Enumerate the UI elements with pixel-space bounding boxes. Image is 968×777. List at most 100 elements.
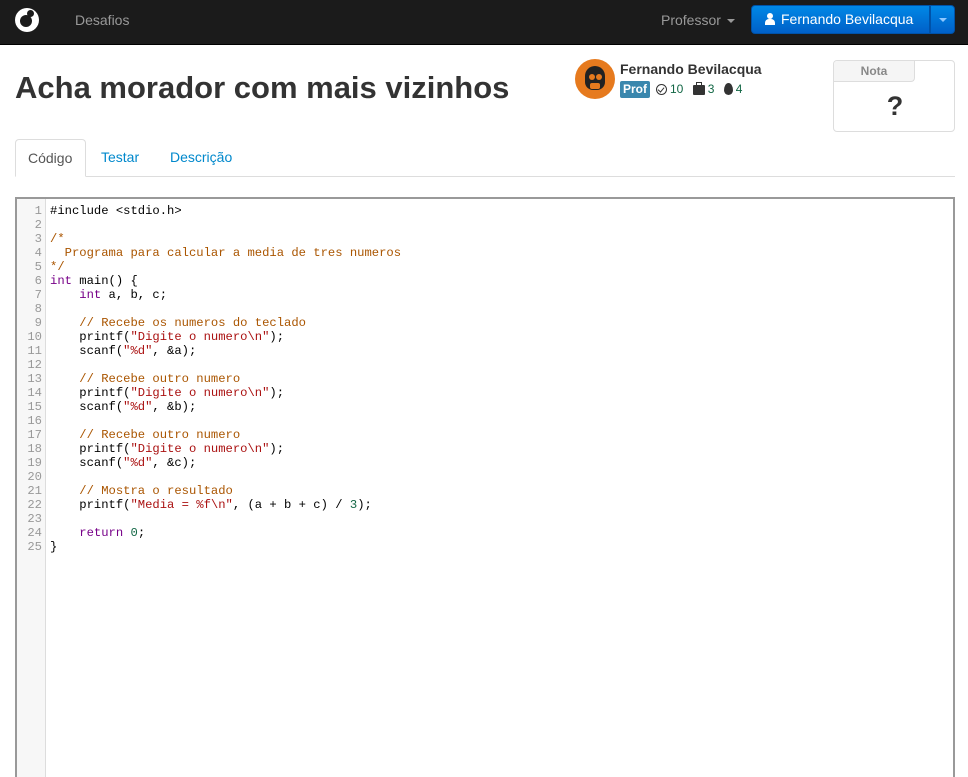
code-line-text[interactable]: scanf("%d", &b);: [50, 400, 196, 414]
code-line-text[interactable]: // Recebe os numeros do teclado: [50, 316, 306, 330]
line-number: 20: [27, 470, 42, 484]
code-line[interactable]: 23: [17, 512, 953, 526]
code-editor[interactable]: 1 #include <stdio.h> 2 3/* 4 Programa para c…: [15, 197, 955, 777]
line-number: 15: [27, 400, 42, 414]
line-number: 10: [27, 330, 42, 344]
chevron-down-icon: [726, 19, 735, 24]
user-menu-button[interactable]: Fernando Bevilacqua: [751, 5, 930, 34]
line-number: 7: [34, 288, 42, 302]
line-number: 8: [34, 302, 42, 316]
code-line[interactable]: 24 return 0;: [17, 526, 953, 540]
code-line-text[interactable]: /*: [50, 232, 65, 246]
code-line-text[interactable]: printf("Media = %f\n", (a + b + c) / 3);: [50, 498, 372, 512]
tab-testar[interactable]: Testar: [89, 139, 151, 177]
code-line-text[interactable]: // Recebe outro numero: [50, 372, 240, 386]
user-menu-toggle[interactable]: [930, 5, 955, 34]
line-number: 18: [27, 442, 42, 456]
code-line[interactable]: 15 scanf("%d", &b);: [17, 400, 953, 414]
code-line[interactable]: 22 printf("Media = %f\n", (a + b + c) / …: [17, 498, 953, 512]
code-line-text[interactable]: printf("Digite o numero\n");: [50, 330, 284, 344]
nav-dropdown-professor[interactable]: Professor: [661, 12, 735, 28]
code-line[interactable]: 14 printf("Digite o numero\n");: [17, 386, 953, 400]
code-lines[interactable]: 1 #include <stdio.h> 2 3/* 4 Programa para c…: [17, 204, 953, 554]
code-line[interactable]: 19 scanf("%d", &c);: [17, 456, 953, 470]
fire-icon: [723, 83, 733, 95]
tab-descricao[interactable]: Descrição: [158, 139, 244, 177]
page-title: Acha morador com mais vizinhos: [15, 70, 510, 105]
stat-streak: 4: [735, 82, 743, 96]
line-number: 12: [27, 358, 42, 372]
grade-label: Nota: [834, 61, 915, 82]
brand-logo-icon[interactable]: [15, 8, 39, 32]
code-line[interactable]: 9 // Recebe os numeros do teclado: [17, 316, 953, 330]
code-line-text[interactable]: }: [50, 540, 57, 554]
code-line-text[interactable]: printf("Digite o numero\n");: [50, 386, 284, 400]
code-line-text[interactable]: printf("Digite o numero\n");: [50, 442, 284, 456]
author-stats: 10 3 4: [656, 82, 748, 96]
line-number: 23: [27, 512, 42, 526]
line-number: 24: [27, 526, 42, 540]
line-number: 13: [27, 372, 42, 386]
line-number: 9: [34, 316, 42, 330]
grade-value: ?: [886, 91, 904, 121]
code-line-text[interactable]: // Recebe outro numero: [50, 428, 240, 442]
code-line[interactable]: 20: [17, 470, 953, 484]
tab-bar: Código Testar Descrição: [15, 139, 955, 177]
nav-link-desafios[interactable]: Desafios: [75, 12, 129, 28]
line-number: 5: [34, 260, 42, 274]
line-number: 22: [27, 498, 42, 512]
code-line-text[interactable]: scanf("%d", &c);: [50, 456, 196, 470]
line-number: 6: [34, 274, 42, 288]
line-number: 2: [34, 218, 42, 232]
line-number: 4: [34, 246, 42, 260]
code-line[interactable]: 4 Programa para calcular a media de tres…: [17, 246, 953, 260]
code-line[interactable]: 17 // Recebe outro numero: [17, 428, 953, 442]
author-name[interactable]: Fernando Bevilacqua: [620, 61, 762, 77]
briefcase-icon: [692, 82, 705, 95]
top-navbar: Desafios Professor Fernando Bevilacqua: [0, 0, 968, 45]
code-line[interactable]: 5 */: [17, 260, 953, 274]
code-line[interactable]: 25}: [17, 540, 953, 554]
stat-solved: 10: [670, 82, 684, 96]
code-line[interactable]: 13 // Recebe outro numero: [17, 372, 953, 386]
author-avatar[interactable]: [575, 59, 615, 99]
code-line[interactable]: 16: [17, 414, 953, 428]
line-number: 1: [34, 204, 42, 218]
code-line[interactable]: 11 scanf("%d", &a);: [17, 344, 953, 358]
chevron-down-icon: [939, 18, 947, 22]
code-line[interactable]: 10 printf("Digite o numero\n");: [17, 330, 953, 344]
code-line[interactable]: 1 #include <stdio.h>: [17, 204, 953, 218]
code-line-text[interactable]: scanf("%d", &a);: [50, 344, 196, 358]
code-line-text[interactable]: int a, b, c;: [50, 288, 167, 302]
code-line[interactable]: 12: [17, 358, 953, 372]
code-line-text[interactable]: return 0;: [50, 526, 145, 540]
line-number: 21: [27, 484, 42, 498]
code-line-text[interactable]: #include <stdio.h>: [50, 204, 182, 218]
stat-challenges: 3: [707, 82, 715, 96]
code-line[interactable]: 3 /*: [17, 232, 953, 246]
line-number: 17: [27, 428, 42, 442]
code-line-text[interactable]: int main() {: [50, 274, 138, 288]
code-line[interactable]: 7 int a, b, c;: [17, 288, 953, 302]
grade-box: Nota ?: [833, 60, 955, 132]
code-line[interactable]: 21 // Mostra o resultado: [17, 484, 953, 498]
code-line-text[interactable]: */: [50, 260, 65, 274]
line-number: 16: [27, 414, 42, 428]
nav-professor-label: Professor: [661, 12, 721, 28]
user-menu-label: Fernando Bevilacqua: [781, 11, 914, 27]
tab-codigo[interactable]: Código: [15, 139, 86, 177]
code-line[interactable]: 2: [17, 218, 953, 232]
line-number: 14: [27, 386, 42, 400]
role-badge: Prof: [620, 81, 650, 98]
check-circle-icon: [656, 84, 667, 95]
code-line[interactable]: 8: [17, 302, 953, 316]
line-number: 25: [27, 540, 42, 554]
line-number: 3: [34, 232, 42, 246]
user-icon: [765, 13, 775, 25]
line-number: 19: [27, 456, 42, 470]
code-line[interactable]: 6 int main() {: [17, 274, 953, 288]
code-line-text[interactable]: Programa para calcular a media de tres n…: [50, 246, 401, 260]
line-number: 11: [27, 344, 42, 358]
code-line[interactable]: 18 printf("Digite o numero\n");: [17, 442, 953, 456]
code-line-text[interactable]: // Mostra o resultado: [50, 484, 233, 498]
